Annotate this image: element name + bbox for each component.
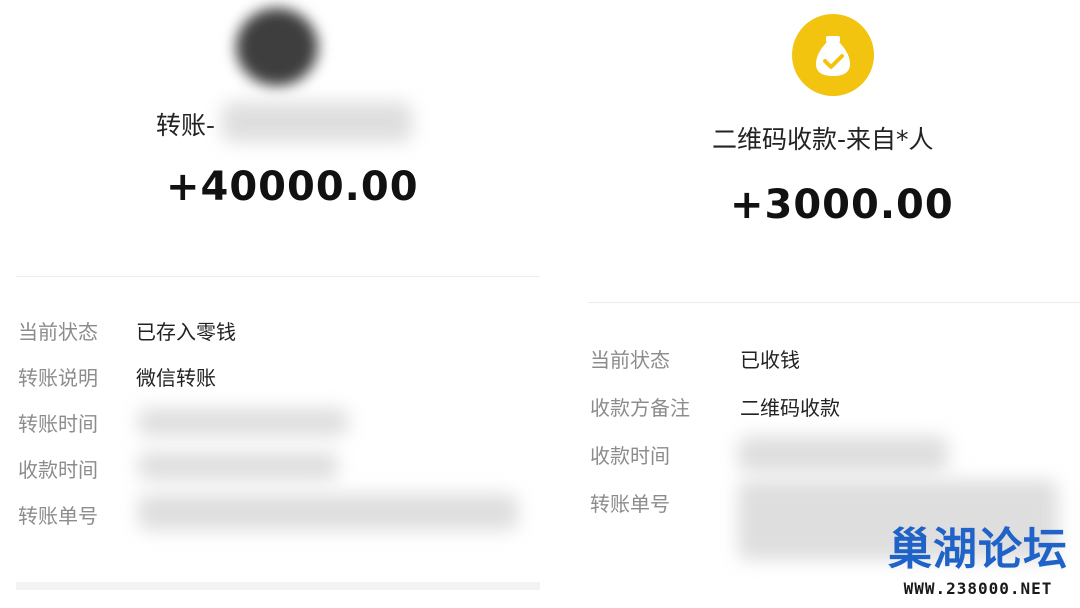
row-label-transfer-number: 转账单号 [590, 492, 670, 516]
blurred-avatar [236, 8, 318, 86]
row-label-status: 当前状态 [590, 348, 670, 372]
row-label-status: 当前状态 [18, 320, 98, 344]
row-label-receive-time: 收款时间 [590, 444, 670, 468]
row-label-transfer-number: 转账单号 [18, 504, 98, 528]
left-transfer-receipt: 转账- +40000.00 当前状态 已存入零钱 转账说明 微信转账 转账时间 … [0, 0, 560, 608]
money-bag-check-icon [792, 14, 874, 96]
bottom-divider [16, 582, 540, 590]
row-value-payee-note: 二维码收款 [740, 396, 840, 420]
right-qr-receipt: 二维码收款-来自*人 +3000.00 当前状态 已收钱 收款方备注 二维码收款… [562, 0, 1080, 608]
blurred-receive-time [738, 436, 948, 472]
transfer-title: 转账- [156, 111, 216, 140]
row-value-note: 微信转账 [136, 366, 216, 390]
watermark: 巢湖论坛 WWW.238000.NET [888, 513, 1068, 598]
blurred-transfer-number [138, 494, 518, 530]
row-label-payee-note: 收款方备注 [590, 396, 690, 420]
qr-title: 二维码收款-来自*人 [712, 125, 934, 154]
row-value-status: 已存入零钱 [136, 320, 236, 344]
watermark-url: WWW.238000.NET [903, 579, 1053, 598]
transfer-amount: +40000.00 [166, 164, 419, 210]
row-label-transfer-time: 转账时间 [18, 412, 98, 436]
blurred-transfer-time [138, 408, 348, 436]
row-value-status: 已收钱 [740, 348, 800, 372]
divider [588, 302, 1080, 303]
blurred-sender-name [222, 102, 412, 142]
watermark-title: 巢湖论坛 [888, 524, 1068, 575]
row-label-note: 转账说明 [18, 366, 98, 390]
divider [16, 276, 540, 277]
qr-amount: +3000.00 [730, 182, 954, 228]
row-label-receive-time: 收款时间 [18, 458, 98, 482]
blurred-receive-time [138, 452, 338, 480]
